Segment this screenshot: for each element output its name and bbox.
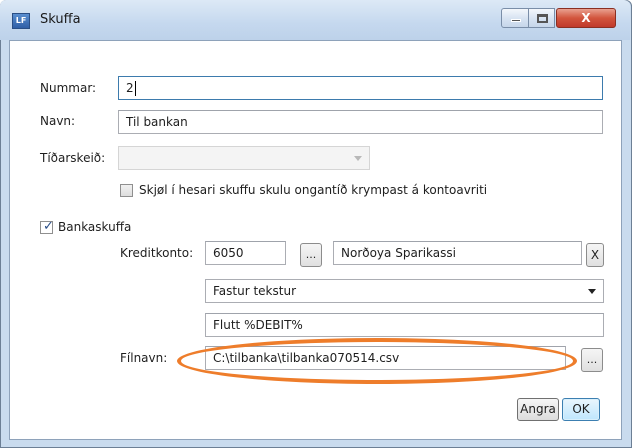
filnavn-value: C:\tilbanka\tilbanka070514.csv <box>213 351 400 365</box>
nummar-value: 2 <box>126 81 134 95</box>
filnavn-browse-button[interactable]: ... <box>581 348 603 372</box>
bankaskuffa-checkbox[interactable]: ✓ <box>40 219 54 234</box>
chevron-down-icon <box>354 156 362 161</box>
minimize-icon <box>511 19 521 22</box>
text-value: Flutt %DEBIT% <box>213 318 303 332</box>
nummar-input[interactable]: 2 <box>118 76 603 100</box>
app-logo-icon: LF <box>12 13 30 29</box>
cancel-button[interactable]: Angra <box>517 398 559 421</box>
kreditkonto-name-input[interactable]: Norðoya Sparikassi <box>333 241 582 265</box>
filnavn-input[interactable]: C:\tilbanka\tilbanka070514.csv <box>205 346 566 370</box>
tidarskeid-select[interactable] <box>118 146 370 170</box>
kreditkonto-browse-button[interactable]: ... <box>300 243 322 267</box>
close-icon: X <box>581 11 591 25</box>
window-title: Skuffa <box>40 12 81 27</box>
text-caret <box>134 81 136 96</box>
dialog-content <box>9 40 622 440</box>
close-button[interactable]: X <box>556 8 616 28</box>
nummar-label: Nummar: <box>40 81 97 95</box>
checkmark-icon: ✓ <box>43 219 54 234</box>
kreditkonto-number-input[interactable]: 6050 <box>205 241 286 265</box>
tidarskeid-label: Tíðarskeið: <box>40 151 106 165</box>
text-value-input[interactable]: Flutt %DEBIT% <box>205 313 604 337</box>
kreditkonto-name-value: Norðoya Sparikassi <box>341 246 456 260</box>
kreditkonto-clear-button[interactable]: X <box>586 243 604 267</box>
navn-value: Til bankan <box>126 115 188 129</box>
navn-label: Navn: <box>40 114 76 128</box>
ok-button[interactable]: OK <box>562 398 600 421</box>
bankaskuffa-checkbox-label[interactable]: Bankaskuffa <box>58 220 131 234</box>
chevron-down-icon <box>588 289 596 294</box>
no-shrink-checkbox[interactable] <box>120 184 133 197</box>
no-shrink-checkbox-label[interactable]: Skjøl í hesari skuffu skulu ongantíð kry… <box>139 183 487 197</box>
maximize-button[interactable] <box>528 8 555 28</box>
kreditkonto-number-value: 6050 <box>213 246 244 260</box>
text-mode-value: Fastur tekstur <box>213 284 296 298</box>
navn-input[interactable]: Til bankan <box>118 110 603 134</box>
filnavn-label: Fílnavn: <box>120 351 168 365</box>
minimize-button[interactable] <box>501 8 529 28</box>
kreditkonto-label: Kreditkonto: <box>120 246 194 260</box>
text-mode-select[interactable]: Fastur tekstur <box>205 279 604 303</box>
maximize-icon <box>537 14 548 23</box>
